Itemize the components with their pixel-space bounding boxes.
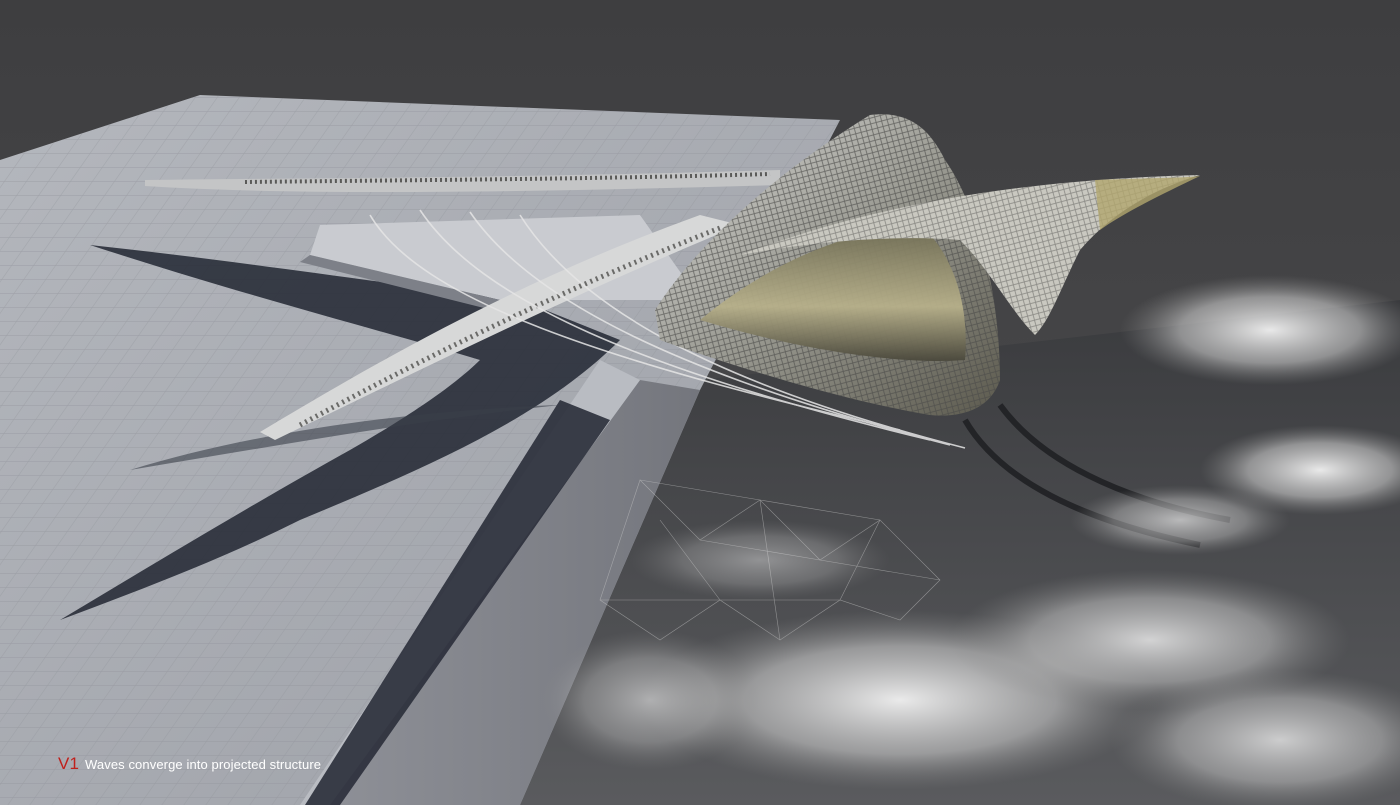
architectural-render: V1 Waves converge into projected structur… xyxy=(0,0,1400,805)
image-caption: V1 Waves converge into projected structur… xyxy=(58,754,321,774)
caption-code: V1 xyxy=(58,754,79,773)
caption-text: Waves converge into projected structure xyxy=(85,757,322,772)
upper-wing-glow xyxy=(1095,176,1200,230)
render-scene xyxy=(0,95,1400,805)
